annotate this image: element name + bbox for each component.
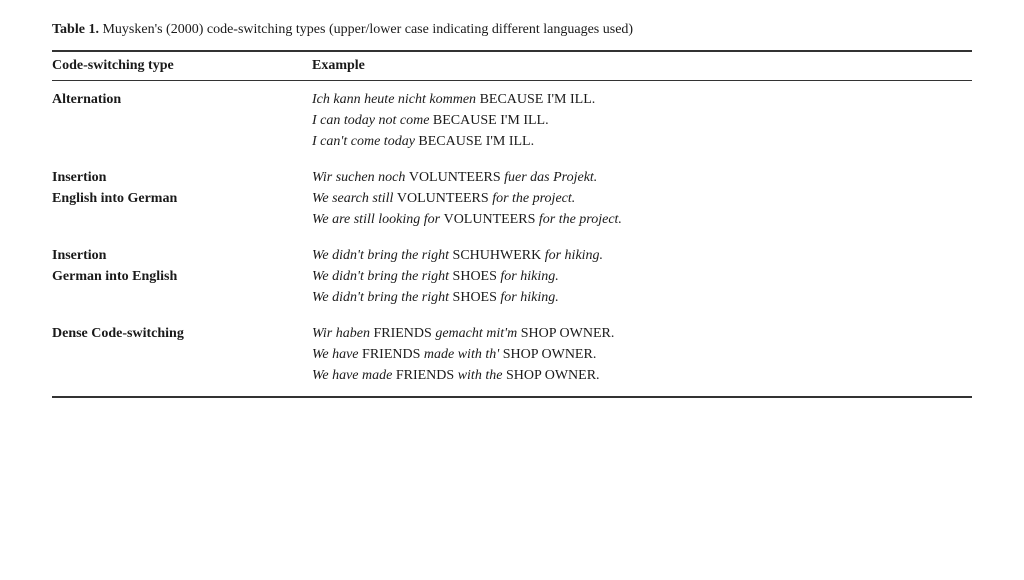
table-row: InsertionEnglish into GermanWir suchen n… <box>52 157 972 235</box>
example-line: We search still VOLUNTEERS for the proje… <box>312 188 962 209</box>
example-line: I can today not come BECAUSE I'M ILL. <box>312 110 962 131</box>
type-cell: InsertionEnglish into German <box>52 157 312 235</box>
example-cell: Wir haben FRIENDS gemacht mit'm SHOP OWN… <box>312 313 972 397</box>
example-line: Wir haben FRIENDS gemacht mit'm SHOP OWN… <box>312 323 962 344</box>
type-cell: Alternation <box>52 80 312 157</box>
type-label-line1: Dense Code-switching <box>52 323 292 344</box>
type-cell: Dense Code-switching <box>52 313 312 397</box>
example-cell: Wir suchen noch VOLUNTEERS fuer das Proj… <box>312 157 972 235</box>
example-line: We are still looking for VOLUNTEERS for … <box>312 209 962 230</box>
example-line: We didn't bring the right SHOES for hiki… <box>312 266 962 287</box>
example-line: We didn't bring the right SHOES for hiki… <box>312 287 962 308</box>
type-cell: InsertionGerman into English <box>52 235 312 313</box>
table-row: Dense Code-switching Wir haben FRIENDS ge… <box>52 313 972 397</box>
example-line: We have FRIENDS made with th' SHOP OWNER… <box>312 344 962 365</box>
example-line: Wir suchen noch VOLUNTEERS fuer das Proj… <box>312 167 962 188</box>
type-label-line1: Alternation <box>52 89 292 110</box>
table-row: Alternation Ich kann heute nicht kommen B… <box>52 80 972 157</box>
main-table: Code-switching type Example Alternation I… <box>52 50 972 398</box>
type-label-line1: Insertion <box>52 167 292 188</box>
example-cell: We didn't bring the right SCHUHWERK for … <box>312 235 972 313</box>
type-label-line1: Insertion <box>52 245 292 266</box>
type-label-line2: German into English <box>52 266 292 287</box>
table-caption: Table 1. Muysken's (2000) code-switching… <box>52 20 972 40</box>
example-line: I can't come today BECAUSE I'M ILL. <box>312 131 962 152</box>
table-container: Table 1. Muysken's (2000) code-switching… <box>52 20 972 398</box>
col-header-example: Example <box>312 51 972 81</box>
table-row: InsertionGerman into EnglishWe didn't br… <box>52 235 972 313</box>
col-header-type: Code-switching type <box>52 51 312 81</box>
example-cell: Ich kann heute nicht kommen BECAUSE I'M … <box>312 80 972 157</box>
caption-text: Muysken's (2000) code-switching types (u… <box>99 22 633 37</box>
type-label-line2: English into German <box>52 188 292 209</box>
caption-bold: Table 1. <box>52 22 99 37</box>
example-line: We have made FRIENDS with the SHOP OWNER… <box>312 365 962 386</box>
example-line: Ich kann heute nicht kommen BECAUSE I'M … <box>312 89 962 110</box>
example-line: We didn't bring the right SCHUHWERK for … <box>312 245 962 266</box>
